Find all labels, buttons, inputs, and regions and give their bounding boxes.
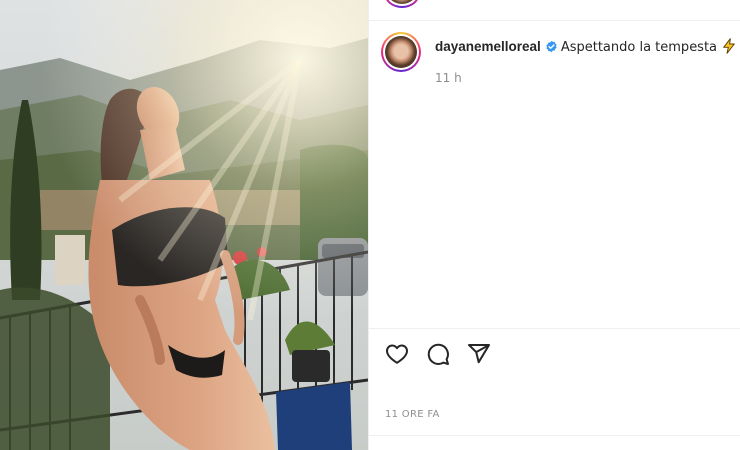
action-bar xyxy=(384,341,492,367)
actions-divider xyxy=(369,328,740,329)
post-caption: dayanemelloreal Aspettando la tempesta xyxy=(435,38,737,57)
panel-divider xyxy=(368,0,369,450)
like-button[interactable] xyxy=(384,341,410,367)
paper-plane-icon xyxy=(468,344,490,364)
top-divider xyxy=(369,20,740,21)
comment-button[interactable] xyxy=(425,341,451,367)
bottom-divider xyxy=(369,435,740,436)
heart-icon xyxy=(386,344,408,364)
previous-avatar[interactable] xyxy=(384,0,420,8)
caption-time[interactable]: 11 h xyxy=(435,71,462,85)
high-voltage-icon xyxy=(723,38,735,54)
author-avatar[interactable] xyxy=(381,32,421,72)
caption-text: Aspettando la tempesta xyxy=(560,40,718,55)
photo-illustration xyxy=(0,0,368,450)
comment-icon xyxy=(427,343,449,365)
post-photo[interactable] xyxy=(0,0,368,450)
post-date[interactable]: 11 ORE FA xyxy=(385,409,440,420)
share-button[interactable] xyxy=(466,341,492,367)
author-username[interactable]: dayanemelloreal xyxy=(435,39,541,54)
verified-badge-icon xyxy=(546,40,557,53)
